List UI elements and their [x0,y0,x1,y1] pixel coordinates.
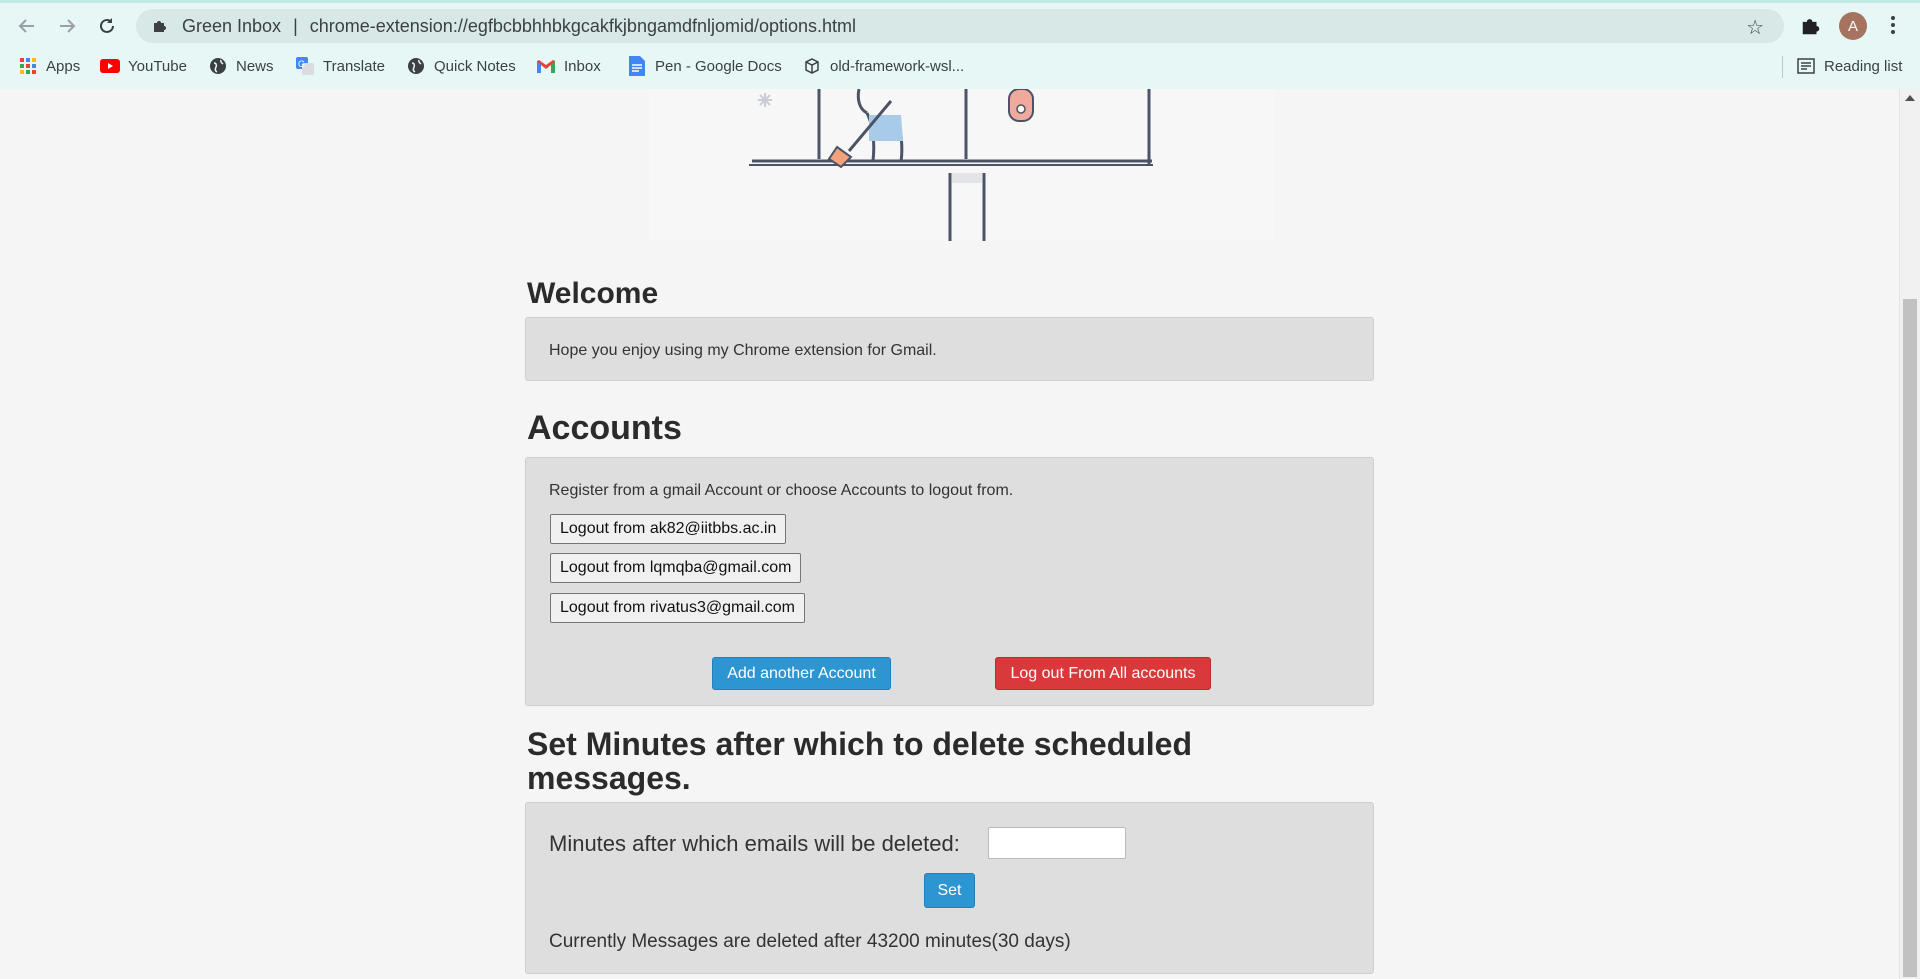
reload-icon [100,18,114,33]
extensions-button[interactable] [1797,12,1825,40]
translate-icon: G [295,56,315,76]
url-separator: | [293,15,298,36]
logout-account-button[interactable]: Logout from rivatus3@gmail.com [550,593,805,623]
bookmark-label: Apps [46,57,81,75]
logout-account-button[interactable]: Logout from ak82@iitbbs.ac.in [550,514,787,544]
bookmark-google-docs[interactable]: Pen - Google Docs [627,52,782,80]
bookmark-old-framework[interactable]: old-framework-wsl... [802,52,964,80]
logout-account-button[interactable]: Logout from lqmqba@gmail.com [550,553,802,583]
options-page: Welcome Hope you enjoy using my Chrome e… [0,89,1900,979]
bookmark-youtube[interactable]: YouTube [100,52,187,80]
minutes-heading: Set Minutes after which to delete schedu… [527,726,1193,796]
back-arrow-icon [18,19,34,33]
back-button[interactable] [10,9,44,43]
browser-toolbar: Green Inbox | chrome-extension://egfbcbb… [0,0,1920,90]
bookmark-label: News [236,57,274,75]
bookmark-quick-notes[interactable]: Quick Notes [406,52,516,80]
page-scrollbar[interactable] [1899,89,1920,979]
forward-button[interactable] [50,9,84,43]
add-account-button[interactable]: Add another Account [712,657,891,690]
scroll-thumb[interactable] [1903,299,1917,977]
logout-all-button[interactable]: Log out From All accounts [995,657,1211,690]
reading-list-label: Reading list [1824,57,1903,75]
scroll-up-arrow-icon[interactable] [1905,95,1915,101]
bookmark-label: Pen - Google Docs [655,57,782,75]
welcome-panel: Hope you enjoy using my Chrome extension… [525,317,1374,381]
bookmarks-divider [1782,56,1783,78]
bookmark-label: Quick Notes [434,57,516,75]
reading-list-button[interactable]: Reading list [1796,52,1902,80]
globe-icon [208,56,228,76]
bookmark-label: Translate [323,57,385,75]
accounts-heading: Accounts [527,409,682,447]
bookmark-label: old-framework-wsl... [830,57,965,75]
docs-icon [627,56,647,76]
globe-icon [406,56,426,76]
bookmark-star-icon[interactable]: ☆ [1746,15,1764,40]
profile-avatar[interactable]: A [1839,12,1867,40]
apps-grid-icon [18,56,38,76]
bookmark-inbox[interactable]: Inbox [536,52,601,80]
chrome-menu-button[interactable] [1883,10,1903,40]
welcome-text: Hope you enjoy using my Chrome extension… [549,342,937,359]
extension-name: Green Inbox [182,15,282,36]
puzzle-icon [1802,19,1820,35]
puzzle-icon [150,16,170,36]
tab-strip [0,0,1920,3]
minutes-panel: Minutes after which emails will be delet… [525,802,1374,974]
gmail-icon [536,56,556,76]
reading-list-icon [1796,56,1816,76]
bookmark-translate[interactable]: G Translate [295,52,385,80]
bookmark-apps[interactable]: Apps [18,52,80,80]
svg-text:G: G [298,59,305,69]
minutes-label: Minutes after which emails will be delet… [549,831,960,856]
accounts-instructions: Register from a gmail Account or choose … [549,482,1014,499]
set-button[interactable]: Set [924,873,975,908]
minutes-input[interactable] [988,827,1126,859]
bookmarks-bar: Apps YouTube News G Translate Quick Note… [0,52,1920,80]
bookmark-label: YouTube [128,57,187,75]
bookmark-news[interactable]: News [208,52,274,80]
forward-arrow-icon [60,19,76,33]
cube-icon [802,56,822,76]
address-bar[interactable]: Green Inbox | chrome-extension://egfbcbb… [136,9,1784,43]
reload-button[interactable] [90,9,124,43]
accounts-panel: Register from a gmail Account or choose … [525,457,1374,706]
bookmark-label: Inbox [564,57,601,75]
url-text: chrome-extension://egfbcbbhhbkgcakfkjbng… [309,15,857,36]
cleaning-illustration [649,89,1275,241]
deletion-status-text: Currently Messages are deleted after 432… [549,931,1071,952]
youtube-icon [100,56,120,76]
welcome-heading: Welcome [527,277,659,310]
